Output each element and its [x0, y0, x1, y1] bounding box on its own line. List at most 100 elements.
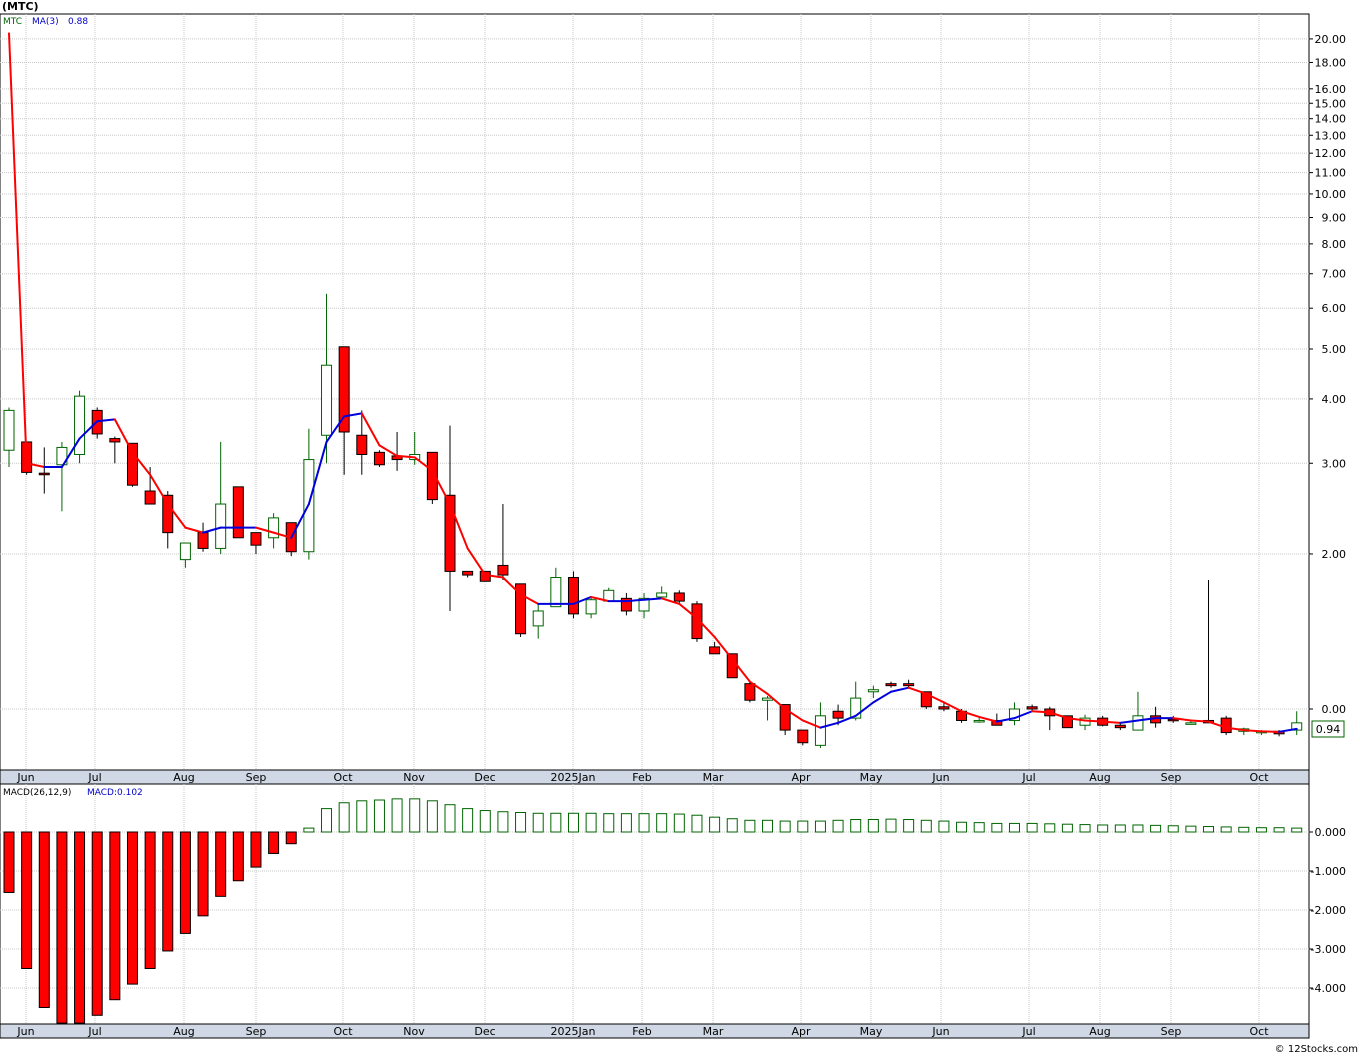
price-tick-label: 15.00 — [1315, 97, 1347, 110]
macd-bar — [38, 831, 50, 1008]
month-label: Sep — [246, 1025, 267, 1038]
month-label: Jun — [931, 1025, 949, 1038]
month-axis-band-top — [0, 769, 1310, 785]
price-tick-label: 4.00 — [1322, 393, 1347, 406]
candle-body — [1114, 724, 1126, 729]
month-label: Jul — [87, 1025, 101, 1038]
macd-bar — [179, 831, 191, 934]
candle-body — [215, 503, 227, 549]
month-label: Feb — [632, 771, 651, 784]
month-label: Nov — [403, 771, 425, 784]
macd-bar — [656, 813, 668, 833]
price-tick-label: 10.00 — [1315, 188, 1347, 201]
month-label: Aug — [173, 1025, 194, 1038]
price-tick-label: 11.00 — [1315, 167, 1347, 180]
price-tick-label: 2.00 — [1322, 548, 1347, 561]
month-label: Sep — [246, 771, 267, 784]
month-label: Aug — [1089, 771, 1110, 784]
macd-bar — [126, 831, 138, 985]
candle-body — [497, 564, 509, 576]
candle-body — [744, 683, 756, 701]
month-label: Oct — [1249, 1025, 1269, 1038]
month-axis-band-bottom — [0, 1023, 1310, 1039]
candle-body — [656, 592, 668, 598]
price-tick-label: 9.00 — [1322, 212, 1347, 225]
candle — [567, 571, 579, 619]
candle — [91, 407, 103, 439]
candle-body — [373, 451, 385, 466]
macd-bar — [938, 820, 950, 833]
candle — [373, 450, 385, 468]
macd-bar — [497, 811, 509, 833]
month-label: Aug — [1089, 1025, 1110, 1038]
candle-body — [1220, 717, 1232, 734]
macd-bar — [638, 813, 650, 833]
price-tick-label: 6.00 — [1322, 302, 1347, 315]
macd-bar — [338, 802, 350, 833]
macd-bar — [462, 808, 474, 833]
macd-bar — [409, 798, 421, 833]
macd-tick-label: -2.000 — [1311, 904, 1346, 917]
candle-body — [321, 364, 333, 436]
macd-tick-label: 0.000 — [1315, 826, 1347, 839]
macd-bar — [973, 822, 985, 833]
price-tick-label: 5.00 — [1322, 343, 1347, 356]
macd-bar — [285, 831, 297, 845]
macd-tick-label: -1.000 — [1311, 865, 1346, 878]
candle-body — [814, 715, 826, 746]
month-label: May — [860, 771, 883, 784]
chart-title: (MTC) — [2, 0, 39, 13]
candle-body — [673, 592, 685, 602]
month-label: Dec — [474, 771, 495, 784]
price-tick-label: 7.00 — [1322, 268, 1347, 281]
macd-bar — [603, 813, 615, 833]
macd-bar — [814, 820, 826, 833]
month-label: Mar — [703, 1025, 724, 1038]
macd-bar — [1044, 823, 1056, 833]
legend-ma-value: 0.88 — [68, 17, 88, 27]
ma-segment — [1101, 720, 1122, 724]
macd-bar — [550, 812, 562, 833]
macd-bar — [515, 812, 527, 833]
macd-bar — [109, 831, 121, 1001]
candle-body — [726, 653, 738, 679]
macd-bar — [744, 819, 756, 833]
month-label: Oct — [333, 1025, 353, 1038]
macd-bar — [74, 831, 86, 1024]
candle-body — [832, 710, 844, 719]
macd-bar — [232, 831, 244, 882]
price-tick-label: 20.00 — [1315, 33, 1347, 46]
macd-bar — [1097, 824, 1109, 833]
candle-body — [762, 697, 774, 701]
candle-body — [179, 542, 191, 561]
month-label: Feb — [632, 1025, 651, 1038]
price-tick-label: 16.00 — [1315, 83, 1347, 96]
candle — [285, 522, 297, 557]
macd-bar — [850, 819, 862, 833]
candle-body — [867, 689, 879, 693]
candle-body — [1185, 722, 1197, 725]
month-label: Sep — [1161, 771, 1182, 784]
macd-bar — [1238, 826, 1250, 833]
candle-body — [1132, 715, 1144, 731]
price-tick-label: 13.00 — [1315, 129, 1347, 142]
candle-body — [144, 490, 156, 505]
macd-bar — [1185, 825, 1197, 833]
macd-bar — [144, 831, 156, 969]
macd-bar — [3, 831, 15, 893]
macd-bar — [1079, 824, 1091, 833]
macd-bar — [1150, 824, 1162, 833]
candle-body — [197, 532, 209, 549]
macd-bar — [532, 812, 544, 833]
macd-bar — [567, 812, 579, 833]
macd-bar — [920, 819, 932, 833]
month-label: Oct — [333, 771, 353, 784]
macd-bar — [1255, 827, 1267, 833]
macd-bar — [250, 831, 262, 868]
macd-bar — [585, 812, 597, 833]
ma-segment — [1242, 729, 1263, 733]
macd-bar — [215, 831, 227, 897]
macd-bar — [426, 800, 438, 833]
candle-body — [109, 438, 121, 443]
candle-body — [567, 577, 579, 615]
